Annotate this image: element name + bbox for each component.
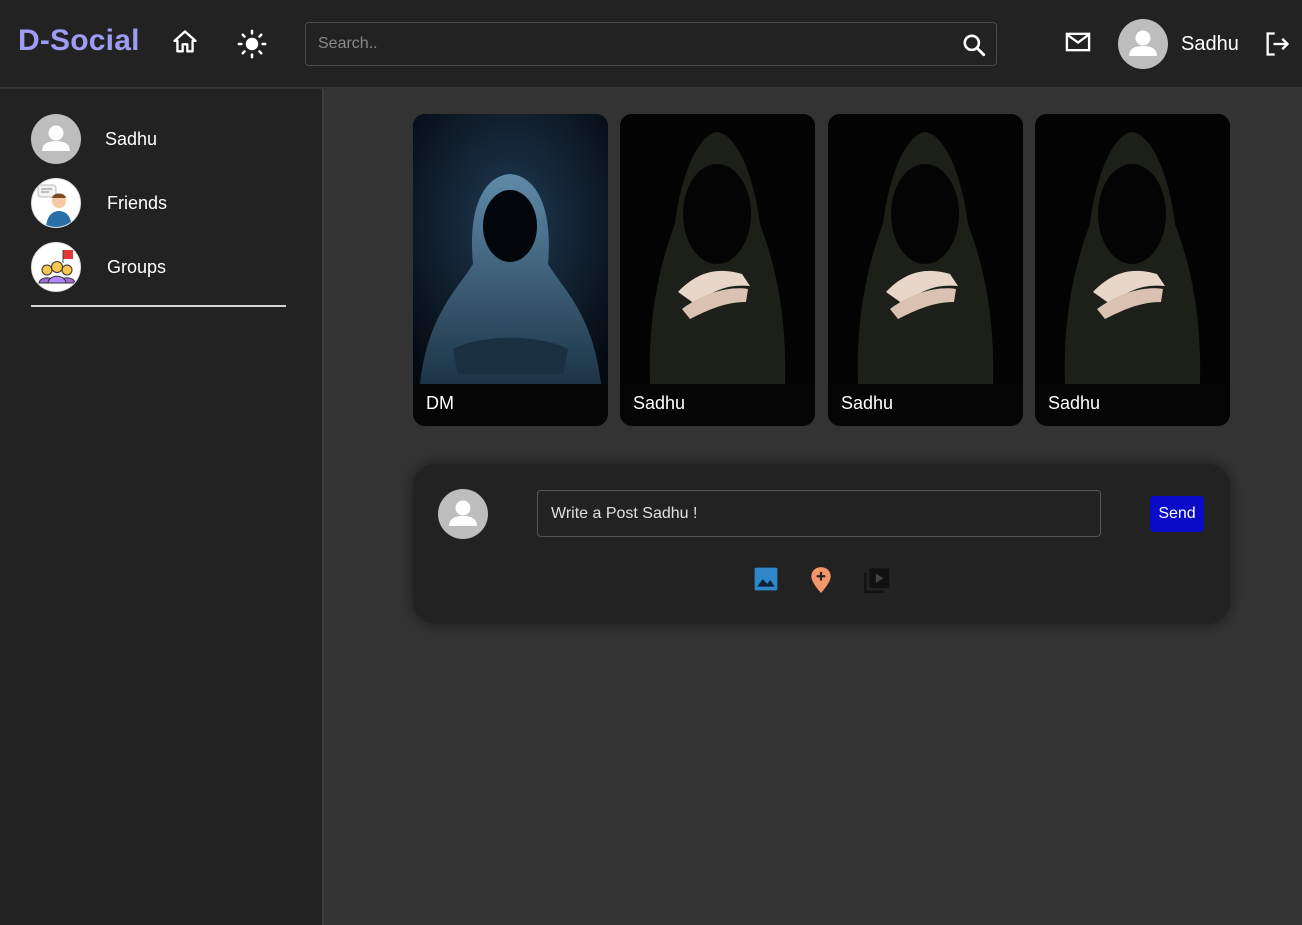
add-location-icon[interactable]: [808, 566, 834, 594]
navbar: D-Social Search.. Sadhu: [0, 0, 1302, 88]
brightness-icon[interactable]: [236, 28, 268, 60]
home-icon[interactable]: [170, 27, 200, 57]
story-name: Sadhu: [633, 393, 686, 413]
sidebar-divider: [31, 305, 286, 307]
groups-icon: [31, 242, 81, 292]
sidebar-item-profile[interactable]: Sadhu: [31, 114, 157, 164]
story-name: DM: [426, 393, 454, 413]
mail-icon[interactable]: [1063, 27, 1093, 57]
user-avatar: [31, 114, 81, 164]
story-image: [828, 114, 1023, 384]
logout-icon[interactable]: [1262, 29, 1292, 59]
post-composer: Send: [413, 464, 1230, 624]
avatar[interactable]: [1118, 19, 1168, 69]
story-name: Sadhu: [841, 393, 894, 413]
search-input[interactable]: [306, 23, 946, 65]
search-icon[interactable]: [960, 31, 988, 59]
story-card[interactable]: DM: [413, 114, 608, 426]
composer-avatar: [438, 489, 488, 539]
story-image: [620, 114, 815, 384]
send-button[interactable]: Send: [1150, 496, 1204, 532]
sidebar-item-label: Sadhu: [105, 128, 158, 149]
image-icon[interactable]: [753, 566, 779, 592]
sidebar-item-friends[interactable]: Friends: [31, 178, 167, 228]
nav-username[interactable]: Sadhu: [1181, 33, 1239, 56]
sidebar-item-label: Groups: [107, 256, 167, 277]
search-box: [305, 22, 997, 66]
story-card[interactable]: Sadhu: [1035, 114, 1230, 426]
story-image: [1035, 114, 1230, 384]
sidebar: Sadhu Friends Groups: [0, 89, 324, 925]
video-library-icon[interactable]: [863, 566, 891, 594]
story-card[interactable]: Sadhu: [828, 114, 1023, 426]
story-image: [413, 114, 608, 384]
sidebar-item-groups[interactable]: Groups: [31, 242, 166, 292]
friends-icon: [31, 178, 81, 228]
story-card[interactable]: Sadhu: [620, 114, 815, 426]
app-logo[interactable]: D-Social: [18, 24, 140, 58]
story-name: Sadhu: [1048, 393, 1101, 413]
sidebar-item-label: Friends: [107, 192, 168, 213]
post-input[interactable]: [537, 490, 1101, 537]
